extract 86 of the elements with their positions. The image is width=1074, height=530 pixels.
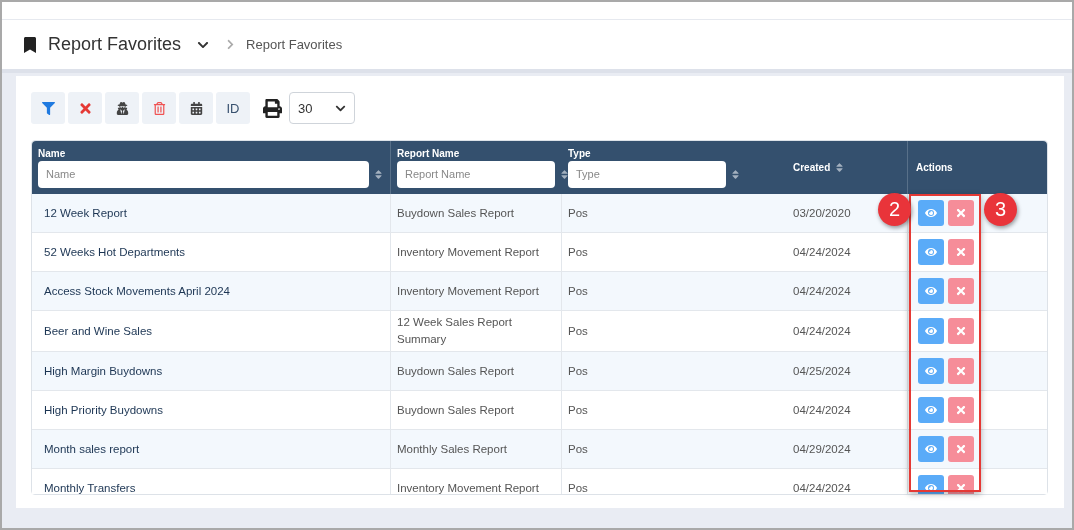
table-cell-text: High Priority Buydowns [43, 402, 163, 418]
view-button[interactable] [918, 278, 944, 304]
column-header: Type [568, 147, 592, 159]
filter-field[interactable]: Name [38, 160, 369, 188]
table-cell-text: 03/20/2020 [793, 205, 851, 221]
table-cell-text: Pos [568, 441, 588, 457]
column-header: Actions [916, 162, 954, 173]
view-button[interactable] [918, 358, 944, 384]
close-icon [955, 207, 967, 219]
table-cell-text: 12 Week Sales Report Summary [397, 315, 513, 347]
sort-icon[interactable] [730, 168, 741, 180]
breadcrumb[interactable]: Report Favorites [246, 37, 343, 52]
sort-icon[interactable] [559, 168, 570, 180]
table-cell-text: Buydown Sales Report [397, 402, 514, 418]
close-icon [955, 365, 967, 377]
bookmark-icon [22, 36, 38, 53]
print-button[interactable] [263, 98, 282, 118]
view-button[interactable] [918, 436, 944, 462]
person-icon [115, 101, 129, 115]
table-cell-text: 04/29/2024 [793, 441, 851, 457]
page-title: Report Favorites [48, 34, 182, 55]
sort-icon[interactable] [373, 168, 384, 180]
table-cell-text: 04/24/2024 [793, 480, 851, 494]
clear-button[interactable] [68, 92, 102, 124]
filter-button[interactable] [31, 92, 65, 124]
close-icon [955, 246, 967, 258]
filter-field[interactable]: Type [568, 160, 726, 188]
table-cell-text: Inventory Movement Report [397, 244, 539, 260]
calendar-icon [189, 101, 203, 115]
table-cell-text: Pos [568, 244, 588, 260]
table-cell-text: High Margin Buydowns [43, 363, 163, 379]
trash-icon [152, 101, 166, 115]
table-cell-text: 12 Week Report [43, 205, 127, 221]
table-cell-text: Inventory Movement Report [397, 480, 539, 494]
delete-button[interactable] [948, 318, 974, 344]
view-button[interactable] [918, 200, 944, 226]
user-button[interactable] [105, 92, 139, 124]
table-cell-text: Pos [568, 402, 588, 418]
delete-button[interactable] [948, 397, 974, 423]
table-cell-text: Pos [568, 283, 588, 299]
eye-icon [925, 246, 937, 258]
table-cell-text: 04/24/2024 [793, 323, 851, 339]
eye-icon [925, 443, 937, 455]
table-cell-text: Pos [568, 205, 588, 221]
table-cell-text: 04/24/2024 [793, 283, 851, 299]
close-icon [955, 325, 967, 337]
page-size-select[interactable]: 30 [289, 92, 355, 124]
table-cell-text: 04/25/2024 [793, 363, 851, 379]
filter-icon [41, 101, 55, 115]
table-cell-text: Month sales report [43, 441, 140, 457]
id-button[interactable]: ID [216, 92, 250, 124]
view-button[interactable] [918, 239, 944, 265]
column-header: Name [38, 147, 67, 159]
table-cell-text: 04/24/2024 [793, 402, 851, 418]
delete-button[interactable] [948, 358, 974, 384]
column-header: Created [793, 162, 831, 173]
table-cell-text: Inventory Movement Report [397, 283, 539, 299]
close-icon [955, 443, 967, 455]
table-cell-text: Beer and Wine Sales [43, 323, 153, 339]
table-cell-text: Monthly Sales Report [397, 441, 507, 457]
filter-field[interactable]: Report Name [397, 160, 555, 188]
delete-button[interactable] [948, 278, 974, 304]
delete-button[interactable] [948, 239, 974, 265]
view-button[interactable] [918, 397, 944, 423]
delete-button[interactable] [948, 200, 974, 226]
eye-icon [925, 207, 937, 219]
table-cell-text: Pos [568, 480, 588, 494]
calendar-button[interactable] [179, 92, 213, 124]
eye-icon [925, 365, 937, 377]
eye-icon [925, 404, 937, 416]
table-cell-text: 04/24/2024 [793, 244, 851, 260]
table-cell-text: Access Stock Movements April 2024 [43, 283, 230, 299]
table-cell-text: Monthly Transfers [43, 480, 136, 494]
table-cell-text: Buydown Sales Report [397, 205, 514, 221]
view-button[interactable] [918, 318, 944, 344]
table-cell-text: 52 Weeks Hot Departments [43, 244, 186, 260]
close-icon [955, 404, 967, 416]
eye-icon [925, 325, 937, 337]
table-cell-text: Pos [568, 323, 588, 339]
delete-button[interactable] [948, 436, 974, 462]
table-cell-text: Pos [568, 363, 588, 379]
table-cell-text: Buydown Sales Report [397, 363, 514, 379]
sort-icon[interactable] [834, 162, 846, 173]
column-header: Report Name [397, 147, 461, 159]
eye-icon [925, 285, 937, 297]
close-icon [955, 285, 967, 297]
